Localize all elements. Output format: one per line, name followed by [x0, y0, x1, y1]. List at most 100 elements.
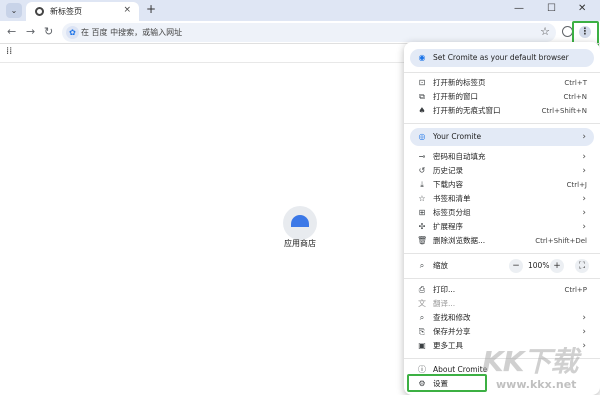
menu-item-shortcut: Ctrl+P: [564, 286, 587, 294]
watermark: KK下载 www.kkx.net: [482, 340, 597, 392]
watermark-url: www.kkx.net: [496, 378, 577, 391]
menu-item-label: 打开新的窗口: [433, 92, 478, 101]
tab-title: 新标签页: [50, 7, 82, 16]
incognito-icon: ♠: [418, 106, 426, 115]
menu-separator: [404, 278, 600, 279]
tab-new-tab[interactable]: 新标签页 ×: [26, 2, 139, 21]
new-window-icon: ⧉: [419, 92, 425, 101]
find-icon: ⌕: [419, 313, 425, 322]
history-icon: ↺: [418, 166, 426, 175]
menu-item-passwords[interactable]: ⊸ 密码和自动填充 ›: [404, 150, 600, 164]
menu-separator: [404, 123, 600, 124]
menu-item-label: 密码和自动填充: [433, 152, 486, 161]
zoom-icon: ⌕: [419, 261, 425, 270]
tab-close-icon[interactable]: ×: [123, 5, 131, 15]
download-icon: ⤓: [420, 180, 424, 189]
menu-item-label: 历史记录: [433, 166, 463, 175]
menu-item-shortcut: Ctrl+Shift+N: [541, 107, 587, 115]
star-icon: ☆: [418, 194, 426, 203]
menu-item-label: 更多工具: [433, 341, 463, 350]
browser-window: ⌄ 新标签页 × + — ☐ ✕ ← → ↻ ✿ 在 百度 中搜索，或输入网址 …: [0, 0, 600, 395]
menu-item-label: 扩展程序: [433, 222, 463, 231]
close-window-button[interactable]: ✕: [578, 3, 586, 14]
menu-item-new-window[interactable]: ⧉ 打开新的窗口 Ctrl+N: [404, 90, 600, 104]
trash-icon: 🗑: [417, 236, 428, 245]
search-engine-icon: ✿: [66, 26, 79, 39]
chevron-right-icon: ›: [582, 222, 586, 232]
chevron-right-icon: ›: [582, 327, 586, 337]
tab-search-button[interactable]: ⌄: [6, 3, 22, 18]
menu-item-label: 打印...: [433, 285, 456, 294]
tab-strip: ⌄ 新标签页 × + — ☐ ✕: [0, 0, 600, 21]
forward-button[interactable]: →: [26, 25, 35, 38]
back-button[interactable]: ←: [7, 25, 16, 38]
watermark-logo: KK下载: [482, 345, 578, 378]
menu-item-label: 删除浏览数据...: [433, 236, 486, 245]
menu-item-find-edit[interactable]: ⌕ 查找和修改 ›: [404, 311, 600, 325]
default-browser-label: Set Cromite as your default browser: [433, 53, 569, 62]
fullscreen-button[interactable]: ⛶: [575, 259, 589, 273]
zoom-label: 缩放: [433, 261, 448, 270]
menu-item-zoom: ⌕ 缩放 − 100% + ⛶: [404, 259, 600, 273]
menu-item-downloads[interactable]: ⤓ 下载内容 Ctrl+J: [404, 178, 600, 192]
web-store-icon: [291, 215, 309, 227]
tab-groups-icon: ⊞: [418, 208, 426, 217]
toolbar: ← → ↻ ✿ 在 百度 中搜索，或输入网址 ☆: [0, 21, 600, 43]
menu-item-tab-groups[interactable]: ⊞ 标签页分组 ›: [404, 206, 600, 220]
menu-item-save-share[interactable]: ⎘ 保存并分享 ›: [404, 325, 600, 339]
menu-item-extensions[interactable]: ✣ 扩展程序 ›: [404, 220, 600, 234]
chevron-right-icon: ›: [582, 208, 586, 218]
print-icon: ⎙: [418, 285, 426, 294]
menu-button[interactable]: ⋮: [579, 26, 591, 38]
chrome-favicon-icon: [35, 7, 44, 16]
maximize-button[interactable]: ☐: [547, 3, 556, 14]
chevron-right-icon: ›: [582, 152, 586, 162]
save-share-icon: ⎘: [418, 327, 426, 336]
menu-item-print[interactable]: ⎙ 打印... Ctrl+P: [404, 283, 600, 297]
menu-item-shortcut: Ctrl+T: [564, 79, 587, 87]
menu-item-label: 翻译...: [433, 299, 456, 308]
toolbox-icon: ▣: [418, 341, 426, 350]
chrome-default-icon: ◉: [418, 53, 426, 62]
key-icon: ⊸: [418, 152, 426, 161]
menu-item-bookmarks[interactable]: ☆ 书签和清单 ›: [404, 192, 600, 206]
menu-item-label: 查找和修改: [433, 313, 471, 322]
menu-item-history[interactable]: ↺ 历史记录 ›: [404, 164, 600, 178]
reload-button[interactable]: ↻: [44, 25, 53, 38]
profile-label: Your Cromite: [433, 132, 482, 141]
zoom-out-button[interactable]: −: [509, 259, 523, 273]
menu-item-translate: 文 翻译...: [404, 297, 600, 311]
menu-item-label: 书签和清单: [433, 194, 471, 203]
menu-item-clear-data[interactable]: 🗑 删除浏览数据... Ctrl+Shift+Del: [404, 234, 600, 248]
puzzle-icon: ✣: [418, 222, 426, 231]
menu-separator: [404, 72, 600, 73]
menu-item-new-tab[interactable]: ⊡ 打开新的标签页 Ctrl+T: [404, 76, 600, 90]
zoom-value: 100%: [528, 261, 550, 270]
chevron-right-icon: ›: [582, 166, 586, 176]
menu-item-shortcut: Ctrl+N: [563, 93, 587, 101]
translate-icon: 文: [418, 299, 426, 308]
chevron-right-icon: ›: [582, 313, 586, 323]
chevron-right-icon: ›: [582, 132, 586, 142]
menu-separator: [404, 253, 600, 254]
address-bar[interactable]: ✿ 在 百度 中搜索，或输入网址 ☆: [62, 23, 556, 42]
address-bar-placeholder: 在 百度 中搜索，或输入网址: [81, 28, 183, 37]
menu-item-incognito[interactable]: ♠ 打开新的无痕式窗口 Ctrl+Shift+N: [404, 104, 600, 118]
apps-grid-icon[interactable]: ⁞⁞: [6, 46, 12, 57]
account-icon: ◎: [418, 132, 426, 141]
shortcut-label: 应用商店: [284, 239, 316, 248]
chevron-right-icon: ›: [582, 194, 586, 204]
menu-item-label: 下载内容: [433, 180, 463, 189]
minimize-button[interactable]: —: [514, 3, 524, 14]
menu-item-label: 打开新的标签页: [433, 78, 486, 87]
bookmark-star-icon[interactable]: ☆: [540, 25, 550, 38]
menu-item-label: 保存并分享: [433, 327, 471, 336]
menu-item-shortcut: Ctrl+J: [566, 181, 587, 189]
settings-highlight: [407, 374, 487, 392]
zoom-in-button[interactable]: +: [550, 259, 564, 273]
menu-item-label: 标签页分组: [433, 208, 471, 217]
menu-item-label: 打开新的无痕式窗口: [433, 106, 501, 115]
new-tab-button[interactable]: +: [146, 2, 156, 16]
menu-item-shortcut: Ctrl+Shift+Del: [535, 237, 587, 245]
new-tab-icon: ⊡: [418, 78, 426, 87]
